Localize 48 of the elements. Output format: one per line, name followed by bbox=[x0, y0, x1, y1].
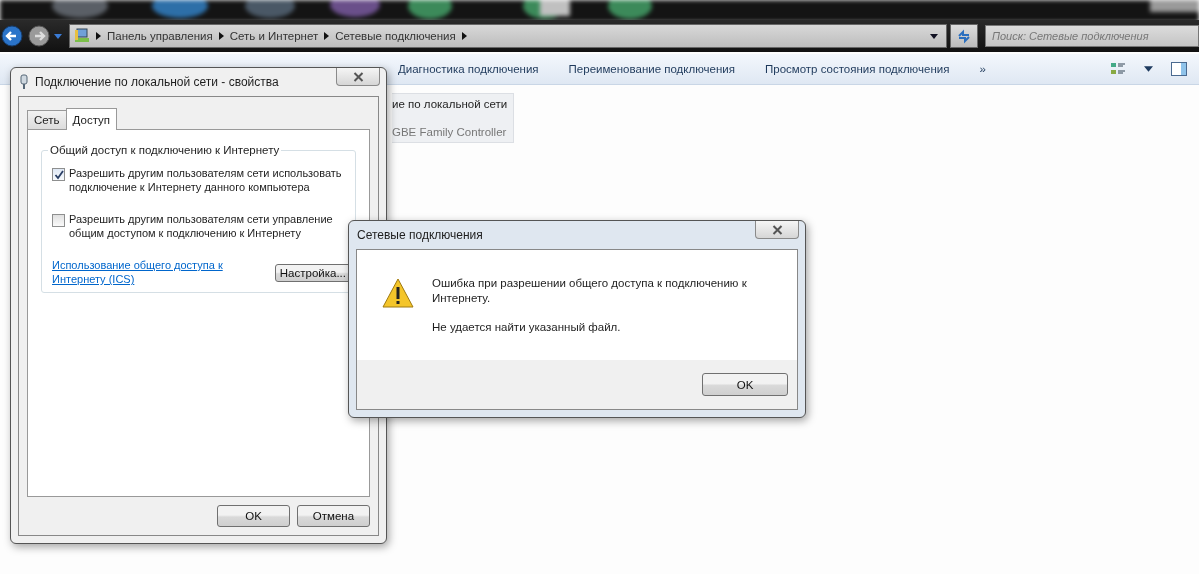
address-bar[interactable]: Панель управления Сеть и Интернет Сетевые подключения bbox=[69, 24, 947, 48]
warning-icon bbox=[382, 278, 414, 308]
connection-card[interactable]: ие по локальной сети GBE Family Controller bbox=[392, 93, 514, 143]
chevron-icon[interactable] bbox=[461, 32, 467, 40]
window-title: Сетевые подключения bbox=[357, 228, 483, 242]
checkbox[interactable] bbox=[52, 168, 65, 181]
back-button[interactable] bbox=[0, 24, 24, 48]
checkbox-label[interactable]: Разрешить другим пользователям сети управление общим доступом к подключению к Интернету bbox=[69, 212, 345, 240]
close-icon bbox=[771, 224, 783, 235]
dropdown-arrow-icon[interactable] bbox=[930, 33, 938, 39]
network-icon bbox=[74, 28, 90, 44]
close-button[interactable] bbox=[336, 68, 380, 86]
chevron-icon[interactable] bbox=[96, 32, 101, 40]
dialog-button[interactable]: OK bbox=[217, 505, 290, 527]
view-options-icon[interactable] bbox=[1110, 62, 1126, 76]
connection-name: ие по локальной сети bbox=[392, 98, 509, 110]
preview-pane-icon[interactable] bbox=[1171, 62, 1187, 76]
caret-icon[interactable] bbox=[54, 33, 62, 39]
checkbox[interactable] bbox=[52, 214, 65, 227]
breadcrumb-item[interactable]: Панель управления bbox=[107, 30, 213, 42]
error-detail: Не удается найти указанный файл. bbox=[432, 320, 622, 335]
toolbar-button[interactable]: Просмотр состояния подключения bbox=[758, 61, 956, 77]
toolbar-button[interactable]: Диагностика подключения bbox=[392, 61, 545, 77]
device-name: GBE Family Controller bbox=[392, 126, 508, 138]
error-message: Ошибка при разрешении общего доступа к подключению к Интернету. bbox=[432, 276, 748, 306]
checkbox-label[interactable]: Разрешить другим пользователям сети использовать подключение к Интернету данного компьютера bbox=[69, 166, 345, 194]
settings-button[interactable]: Настройка... bbox=[274, 264, 351, 282]
tab[interactable]: Доступ bbox=[65, 108, 117, 130]
caret-icon[interactable] bbox=[1144, 66, 1153, 72]
help-link[interactable]: Использование общего доступа к Интернету (ICS) bbox=[52, 258, 257, 286]
toolbar-button[interactable]: Переименование подключения bbox=[562, 61, 741, 77]
chevron-icon[interactable] bbox=[218, 32, 224, 40]
forward-button[interactable] bbox=[27, 24, 51, 48]
chevron-icon[interactable] bbox=[324, 32, 330, 40]
breadcrumb-item[interactable]: Сетевые подключения bbox=[335, 30, 456, 42]
close-icon bbox=[352, 71, 364, 82]
ok-button[interactable]: OK bbox=[702, 373, 788, 396]
group-title: Общий доступ к подключению к Интернету bbox=[49, 144, 281, 156]
window-title: Подключение по локальной сети - свойства bbox=[35, 75, 279, 89]
search-field[interactable]: Поиск: Сетевые подключения bbox=[985, 25, 1199, 47]
network-adapter-icon bbox=[19, 74, 29, 90]
breadcrumb-item[interactable]: Сеть и Интернет bbox=[229, 30, 319, 42]
tab[interactable]: Сеть bbox=[27, 110, 67, 129]
refresh-button[interactable] bbox=[950, 24, 978, 48]
toolbar-button[interactable]: » bbox=[973, 61, 992, 77]
close-button[interactable] bbox=[755, 221, 799, 239]
refresh-icon bbox=[956, 28, 972, 44]
dialog-button[interactable]: Отмена bbox=[297, 505, 370, 527]
